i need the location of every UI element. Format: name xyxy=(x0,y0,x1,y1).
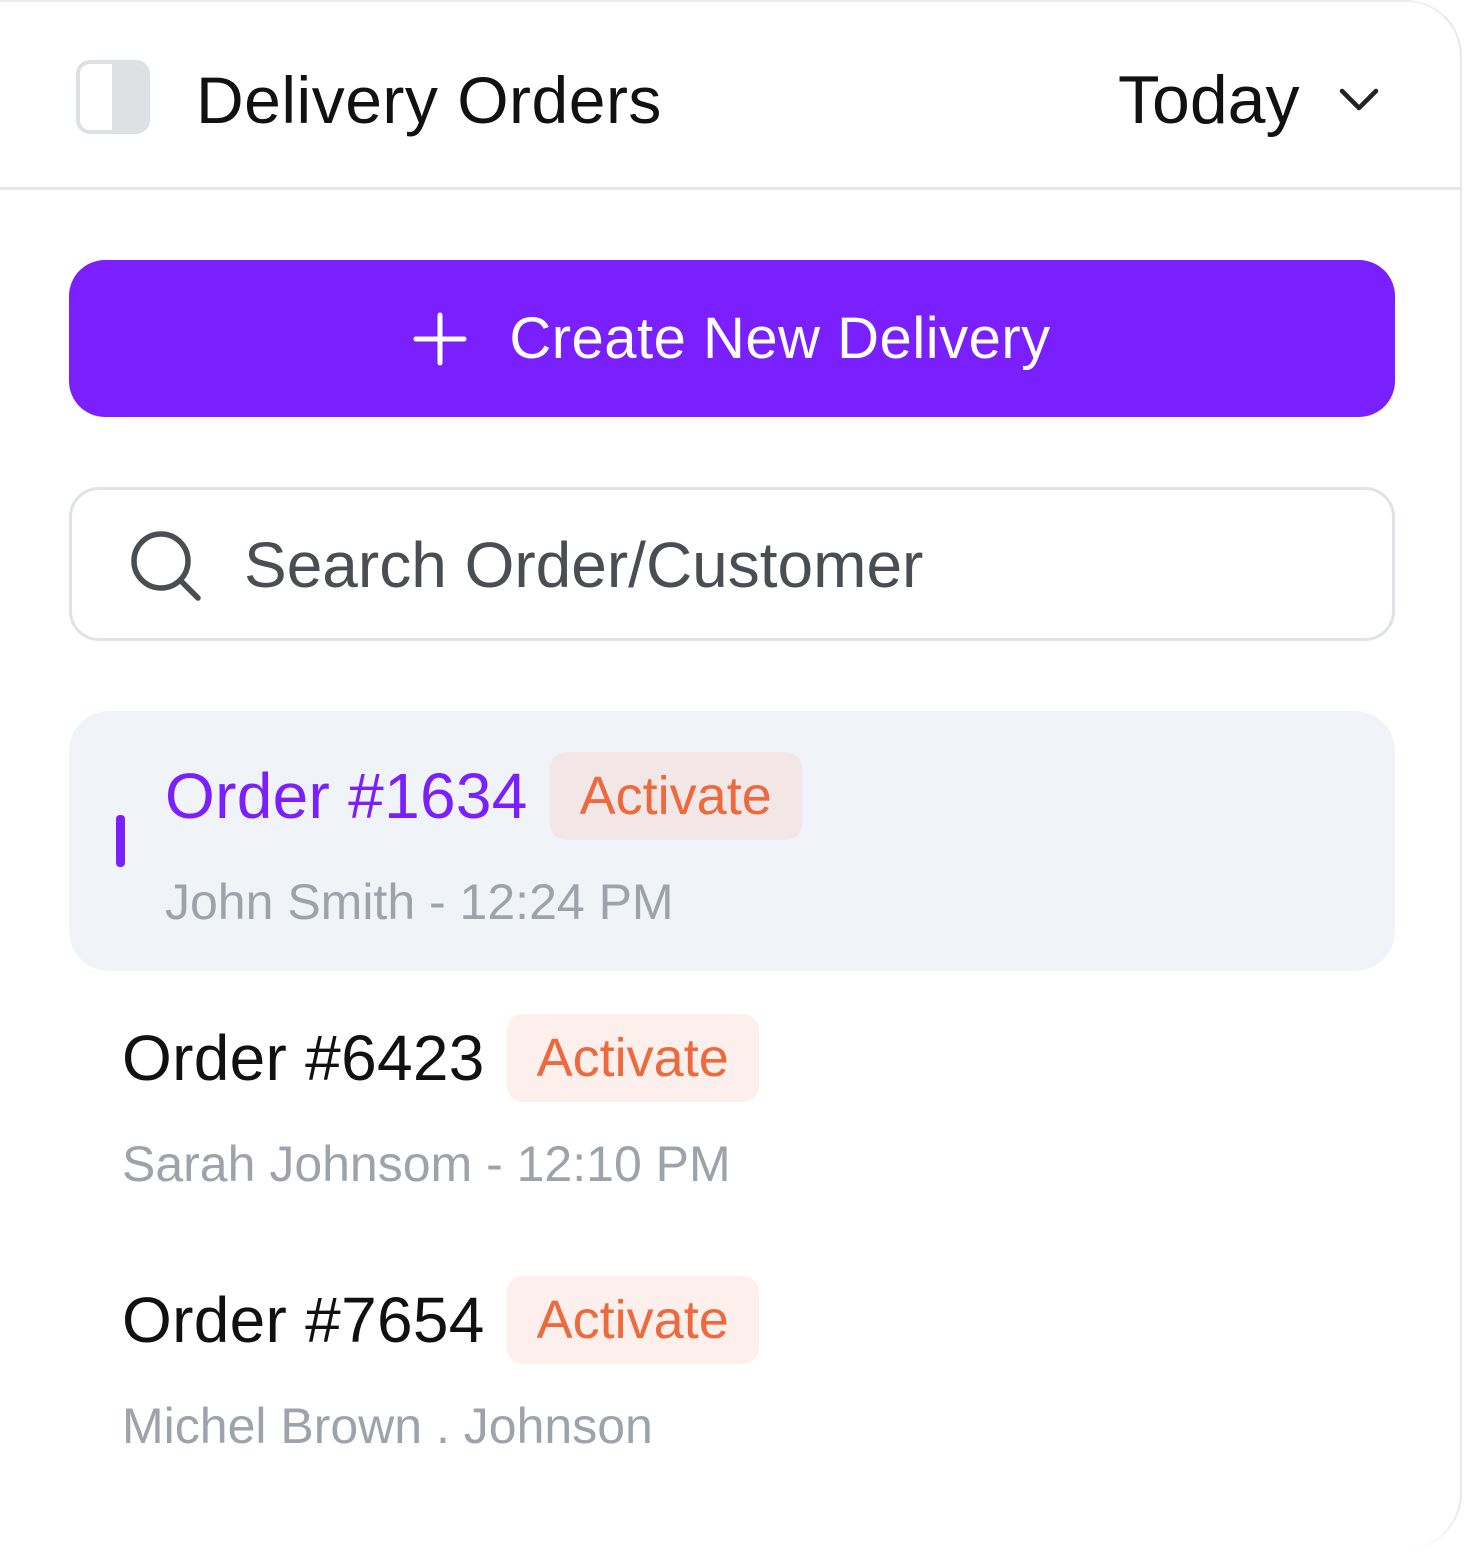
page-title: Delivery Orders xyxy=(196,63,662,137)
search-input[interactable] xyxy=(244,520,1344,610)
delivery-orders-panel: Delivery Orders Today Create New Deliver… xyxy=(0,0,1462,1549)
date-filter-dropdown[interactable]: Today xyxy=(1118,60,1381,140)
order-customer-time: Sarah Johnsom - 12:10 PM xyxy=(122,1136,731,1192)
chevron-down-icon xyxy=(1337,78,1381,122)
panel-header: Delivery Orders Today xyxy=(0,2,1460,190)
order-list-item-selected[interactable]: Order #1634 Activate John Smith - 12:24 … xyxy=(69,711,1395,971)
status-badge: Activate xyxy=(506,1014,759,1102)
order-header: Order #6423 Activate xyxy=(122,1014,759,1102)
order-header: Order #1634 Activate xyxy=(165,752,802,840)
date-filter-label: Today xyxy=(1118,62,1300,138)
order-title: Order #1634 xyxy=(165,760,528,832)
selected-indicator xyxy=(116,815,125,867)
create-new-delivery-button[interactable]: Create New Delivery xyxy=(69,260,1395,417)
status-badge: Activate xyxy=(506,1276,759,1364)
sidebar-toggle-fill xyxy=(112,64,146,130)
order-customer-time: Michel Brown . Johnson xyxy=(122,1398,653,1454)
order-title: Order #7654 xyxy=(122,1284,485,1356)
status-badge: Activate xyxy=(549,752,802,840)
order-customer-time: John Smith - 12:24 PM xyxy=(165,874,674,930)
order-title: Order #6423 xyxy=(122,1022,485,1094)
order-list-item[interactable]: Order #6423 Activate Sarah Johnsom - 12:… xyxy=(69,973,1395,1233)
search-icon xyxy=(128,528,204,604)
order-list-item[interactable]: Order #7654 Activate Michel Brown . John… xyxy=(69,1235,1395,1495)
sidebar-toggle-icon[interactable] xyxy=(76,60,150,134)
create-button-label: Create New Delivery xyxy=(509,306,1051,371)
plus-icon xyxy=(413,312,467,366)
search-box xyxy=(69,487,1395,641)
order-header: Order #7654 Activate xyxy=(122,1276,759,1364)
